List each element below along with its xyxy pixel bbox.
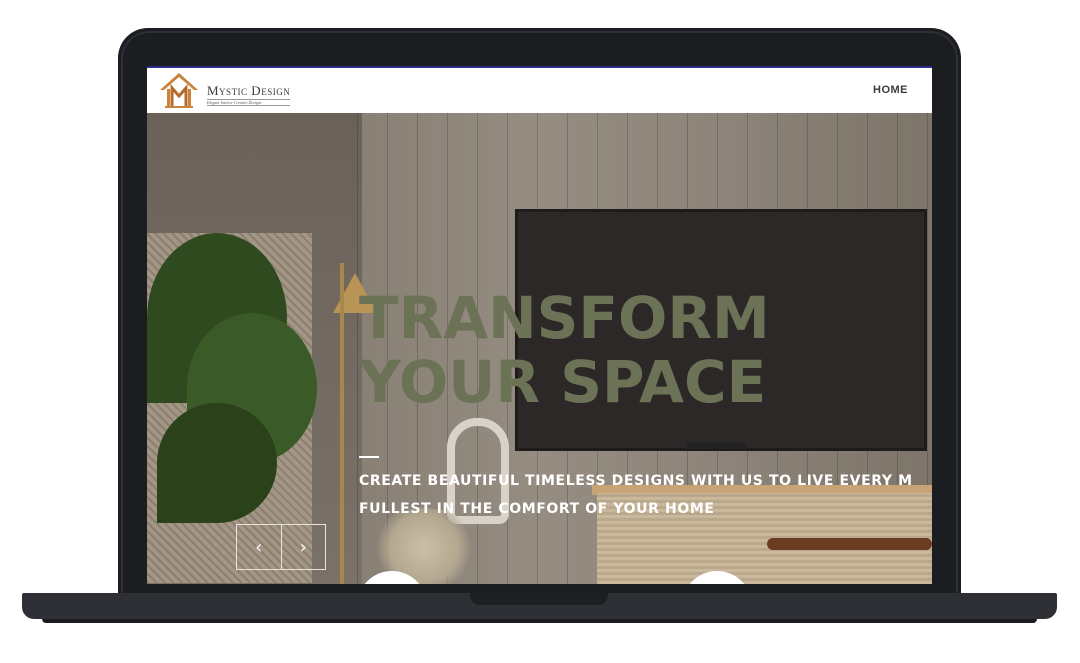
hero-subtitle-line-2: FULLEST IN THE COMFORT OF YOUR HOME (359, 501, 715, 517)
chevron-right-icon: › (299, 536, 307, 558)
brand-name: Mystic Design (207, 83, 291, 98)
slider-arrows: ‹ › (236, 524, 326, 570)
site-header: Mystic Design Elegant Interior Creative … (147, 68, 932, 113)
brand-logo[interactable]: Mystic Design Elegant Interior Creative … (157, 70, 291, 110)
hero-divider (359, 456, 379, 458)
hero-subtitle-line-1: CREATE BEAUTIFUL TIMELESS DESIGNS WITH U… (359, 473, 913, 489)
laptop-notch (470, 593, 608, 605)
hero-section: TRANSFORM YOUR SPACE CREATE BEAUTIFUL TI… (147, 113, 932, 584)
next-slide-button[interactable]: › (280, 525, 326, 569)
chevron-left-icon: ‹ (255, 536, 263, 558)
laptop-screen: Mystic Design Elegant Interior Creative … (147, 66, 932, 584)
house-logo-icon (160, 73, 198, 108)
nav-home-link[interactable]: HOME (873, 84, 908, 96)
brand-text: Mystic Design Elegant Interior Creative … (207, 83, 291, 106)
brand-tagline: Elegant Interior Creative Designs (207, 99, 291, 106)
hero-bg-plant-lower (157, 403, 277, 523)
hero-subtitle: CREATE BEAUTIFUL TIMELESS DESIGNS WITH U… (359, 467, 932, 523)
laptop-base-shadow (42, 619, 1037, 623)
hero-bg-lamp-pole (340, 263, 344, 584)
hero-bg-tv-stand (687, 443, 747, 449)
prev-slide-button[interactable]: ‹ (237, 525, 281, 569)
hero-bg-chair (767, 538, 932, 550)
hero-title: TRANSFORM YOUR SPACE (359, 284, 770, 416)
